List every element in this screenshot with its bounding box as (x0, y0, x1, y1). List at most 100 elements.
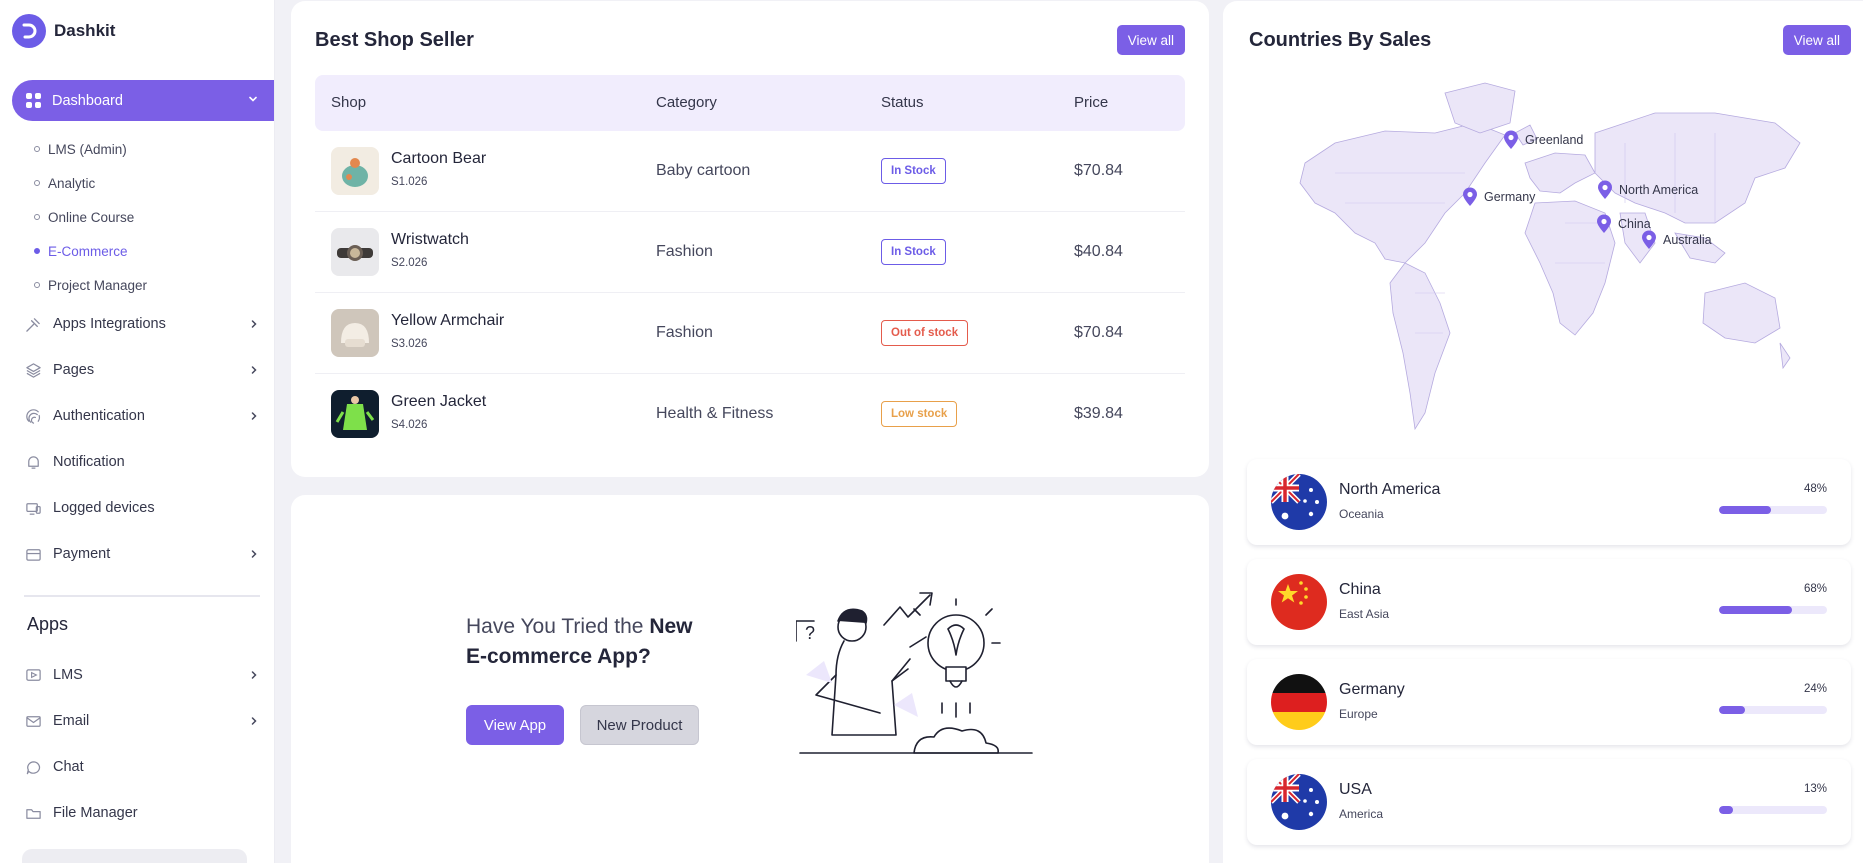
fingerprint-icon (24, 407, 42, 425)
product-category: Fashion (656, 324, 713, 341)
subnav-project-manager[interactable]: Project Manager (34, 268, 147, 302)
map-pin-label: North America (1619, 183, 1699, 197)
map-pin-germany[interactable]: Germany (1462, 187, 1535, 207)
product-price: $70.84 (1074, 324, 1123, 341)
devices-icon (24, 499, 42, 517)
country-percent: 48% (1803, 483, 1827, 495)
sidebar-item-pages[interactable]: Pages (24, 356, 260, 384)
sidebar-item-label: Chat (53, 759, 84, 775)
map-pin-icon (1642, 230, 1656, 249)
promo-text-regular: Have You Tried the (466, 615, 650, 638)
sidebar-item-file-manager[interactable]: File Manager (24, 799, 260, 827)
country-card-north-america[interactable]: North America Oceania 48% (1247, 459, 1851, 545)
sidebar-item-logged-devices[interactable]: Logged devices (24, 494, 260, 522)
card-title: Best Shop Seller (315, 29, 474, 51)
chevron-right-icon (251, 717, 257, 725)
view-app-button[interactable]: View App (466, 705, 564, 745)
sidebar-divider (24, 595, 260, 597)
world-map[interactable] (1275, 73, 1815, 431)
promo-headline: Have You Tried the New E-commerce App? (466, 612, 716, 672)
sidebar-item-lms[interactable]: LMS (24, 661, 260, 689)
progress-bar (1719, 506, 1827, 514)
sidebar-item-dashboard[interactable]: Dashboard (12, 80, 274, 121)
chevron-right-icon (251, 550, 257, 558)
map-pin-icon (1597, 214, 1611, 233)
wallet-icon (24, 545, 42, 563)
chevron-right-icon (251, 320, 257, 328)
progress-bar (1719, 606, 1827, 614)
column-header-shop[interactable]: Shop (331, 94, 366, 111)
sidebar-item-authentication[interactable]: Authentication (24, 402, 260, 430)
view-all-button[interactable]: View all (1782, 25, 1851, 55)
country-percent: 13% (1803, 783, 1827, 795)
progress-bar (1719, 806, 1827, 814)
rocket-idea-illustration: ? (796, 592, 1033, 754)
australia-flag-icon (1271, 474, 1327, 530)
sidebar-item-label: Authentication (53, 408, 145, 424)
column-header-status[interactable]: Status (881, 94, 924, 111)
card-title: Countries By Sales (1249, 29, 1432, 51)
map-pin-icon (1504, 130, 1518, 149)
subnav-online-course[interactable]: Online Course (34, 200, 147, 234)
apps-section-title: Apps (27, 614, 69, 634)
view-all-button[interactable]: View all (1116, 25, 1185, 55)
table-row[interactable]: Wristwatch S2.026 Fashion In Stock $40.8… (315, 212, 1185, 293)
product-name[interactable]: Wristwatch (391, 231, 469, 249)
country-name: North America (1339, 481, 1441, 498)
product-name[interactable]: Cartoon Bear (391, 150, 486, 168)
sidebar-item-label: Payment (53, 546, 111, 562)
map-pin-australia[interactable]: Australia (1641, 230, 1712, 250)
country-card-usa[interactable]: USA America 13% (1247, 759, 1851, 845)
subnav-e-commerce[interactable]: E-Commerce (34, 234, 147, 268)
country-percent: 24% (1803, 683, 1827, 695)
map-pin-icon (1598, 180, 1612, 199)
progress-fill (1719, 706, 1745, 714)
brand-name: Dashkit (54, 21, 116, 40)
new-product-button[interactable]: New Product (580, 705, 699, 745)
product-price: $40.84 (1074, 243, 1123, 260)
brand-logo-icon (12, 14, 46, 48)
column-header-price[interactable]: Price (1074, 94, 1108, 111)
country-card-china[interactable]: China East Asia 68% (1247, 559, 1851, 645)
bullet-icon (34, 248, 40, 254)
layers-icon (24, 361, 42, 379)
column-header-category[interactable]: Category (656, 94, 717, 111)
table-row[interactable]: Green Jacket S4.026 Health & Fitness Low… (315, 374, 1185, 455)
sidebar: Dashkit Dashboard LMS (Admin) Analytic O… (0, 0, 275, 863)
bullet-icon (34, 214, 40, 220)
country-card-germany[interactable]: Germany Europe 24% (1247, 659, 1851, 745)
map-pin-greenland[interactable]: Greenland (1503, 130, 1583, 150)
product-sku: S2.026 (391, 257, 428, 269)
table-row[interactable]: Yellow Armchair S3.026 Fashion Out of st… (315, 293, 1185, 374)
sidebar-item-payment[interactable]: Payment (24, 540, 260, 568)
sidebar-item-email[interactable]: Email (24, 707, 260, 735)
sidebar-item-label: Pages (53, 362, 95, 378)
product-category: Fashion (656, 243, 713, 260)
sidebar-item-notification[interactable]: Notification (24, 448, 260, 476)
sidebar-footer-card (22, 849, 247, 863)
sidebar-item-apps-integrations[interactable]: Apps Integrations (24, 310, 260, 338)
product-name[interactable]: Green Jacket (391, 393, 486, 411)
chevron-down-icon (249, 96, 257, 102)
brand[interactable]: Dashkit (12, 14, 115, 48)
sidebar-item-chat[interactable]: Chat (24, 753, 260, 781)
sidebar-item-label: Apps Integrations (53, 316, 166, 332)
subnav-label: Analytic (48, 175, 96, 191)
countries-by-sales-card: Countries By Sales View all Greenland Ge… (1223, 1, 1863, 863)
status-badge: In Stock (881, 158, 946, 184)
product-category: Health & Fitness (656, 405, 774, 422)
table-row[interactable]: Cartoon Bear S1.026 Baby cartoon In Stoc… (315, 131, 1185, 212)
sidebar-item-label: Notification (53, 454, 125, 470)
map-pin-label: China (1618, 217, 1651, 231)
status-badge: Out of stock (881, 320, 969, 346)
subnav-analytic[interactable]: Analytic (34, 166, 147, 200)
country-region: Oceania (1339, 507, 1384, 521)
product-price: $39.84 (1074, 405, 1123, 422)
video-icon (24, 666, 42, 684)
subnav-label: Online Course (48, 209, 135, 225)
map-pin-north-america[interactable]: North America (1597, 180, 1698, 200)
bullet-icon (34, 146, 40, 152)
subnav-lms-admin[interactable]: LMS (Admin) (34, 132, 147, 166)
product-name[interactable]: Yellow Armchair (391, 312, 504, 330)
subnav-label: Project Manager (48, 277, 148, 293)
